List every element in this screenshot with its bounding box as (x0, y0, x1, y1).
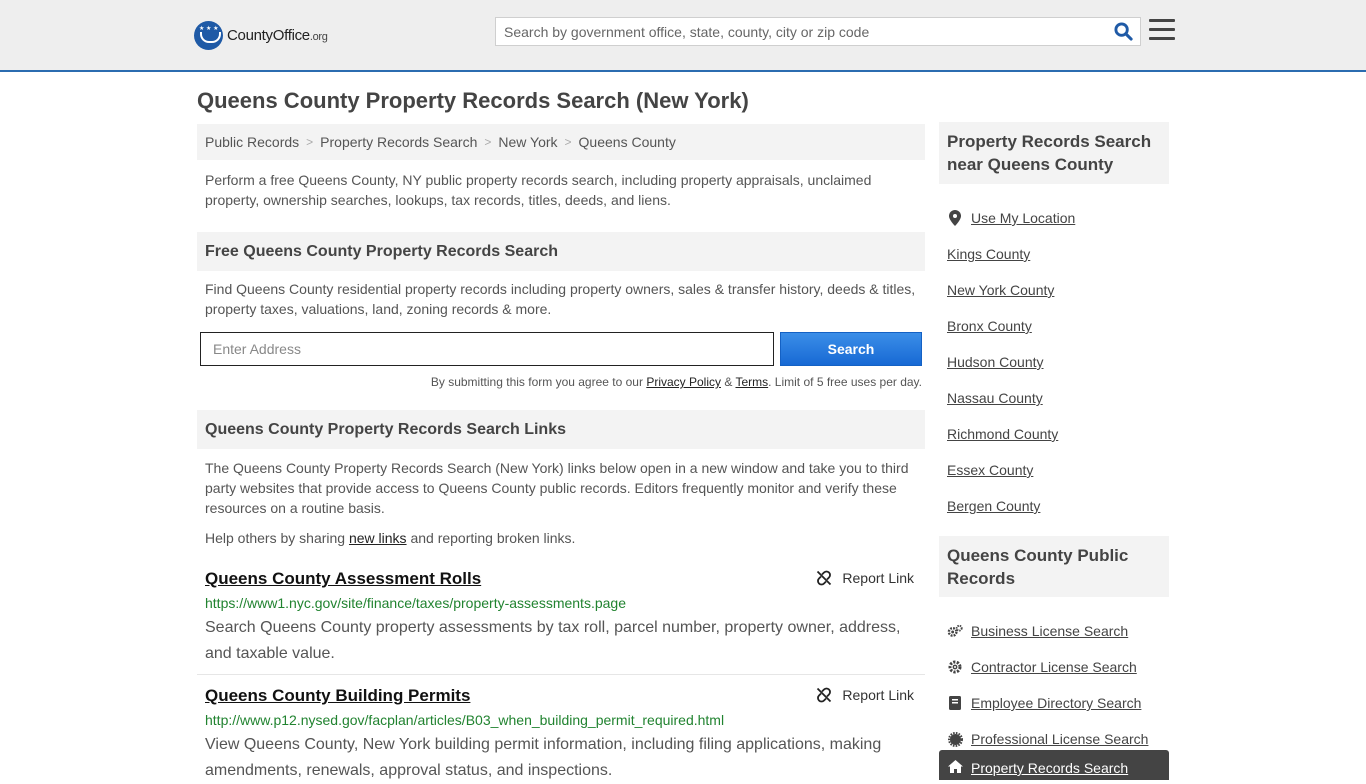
address-input[interactable] (200, 332, 774, 366)
logo-text: CountyOffice.org (227, 27, 328, 44)
resource-link-description: View Queens County, New York building pe… (205, 736, 882, 779)
resource-link-title[interactable]: Queens County Assessment Rolls (205, 569, 481, 589)
nearby-county-link[interactable]: Richmond County (947, 426, 1058, 442)
professional-license-link[interactable]: Professional License Search (971, 731, 1148, 747)
breadcrumb-separator: > (484, 135, 492, 149)
map-marker-icon (947, 210, 963, 226)
sidebar-item-property-records-active[interactable]: Property Records Search (939, 750, 1169, 780)
new-links-link[interactable]: new links (349, 530, 407, 546)
list-item: Nassau County (947, 380, 1075, 416)
logo-icon (194, 20, 223, 50)
resource-link-description: Search Queens County property assessment… (205, 619, 901, 662)
nearby-county-link[interactable]: Kings County (947, 246, 1030, 262)
site-header: CountyOffice.org (0, 0, 1366, 72)
nearby-list: Use My Location Kings County New York Co… (947, 200, 1075, 524)
resource-link-item: Queens County Building Permits Report Li… (205, 685, 920, 784)
list-item: Essex County (947, 452, 1075, 488)
report-link-button[interactable]: Report Link (816, 570, 914, 586)
search-section-heading: Free Queens County Property Records Sear… (197, 232, 925, 271)
report-link-label: Report Link (842, 570, 914, 586)
privacy-policy-link[interactable]: Privacy Policy (646, 375, 721, 389)
list-item: Business License Search (947, 613, 1148, 649)
link-divider (197, 674, 925, 675)
nearby-county-link[interactable]: Hudson County (947, 354, 1044, 370)
page-title: Queens County Property Records Search (N… (197, 88, 749, 113)
breadcrumb-separator: > (306, 135, 314, 149)
home-icon (947, 760, 963, 773)
list-item: New York County (947, 272, 1075, 308)
breadcrumb-property-records[interactable]: Property Records Search (320, 134, 477, 150)
list-item: Bronx County (947, 308, 1075, 344)
contractor-license-link[interactable]: Contractor License Search (971, 659, 1137, 675)
help-text-post: and reporting broken links. (406, 530, 576, 546)
business-license-link[interactable]: Business License Search (971, 623, 1128, 639)
disclaimer-limit-text: . Limit of 5 free uses per day. (768, 375, 922, 389)
report-link-label: Report Link (842, 687, 914, 703)
sidebar-item-label: Property Records Search (971, 760, 1129, 776)
breadcrumb: Public Records > Property Records Search… (197, 124, 925, 160)
disclaimer-amp: & (721, 375, 736, 389)
book-icon (947, 696, 963, 710)
list-item: Contractor License Search (947, 649, 1148, 685)
list-item: Kings County (947, 236, 1075, 272)
links-section-description: The Queens County Property Records Searc… (205, 460, 909, 516)
nearby-county-link[interactable]: New York County (947, 282, 1054, 298)
breadcrumb-public-records[interactable]: Public Records (205, 134, 299, 150)
nearby-county-link[interactable]: Bronx County (947, 318, 1032, 334)
gears-icon (947, 624, 963, 638)
nearby-county-link[interactable]: Nassau County (947, 390, 1043, 406)
hamburger-menu-icon[interactable] (1149, 19, 1175, 43)
list-item: Richmond County (947, 416, 1075, 452)
help-text: Help others by sharing new links and rep… (205, 528, 920, 548)
breadcrumb-new-york[interactable]: New York (498, 134, 557, 150)
broken-link-icon (817, 687, 832, 703)
gear-icon (947, 660, 963, 674)
list-item: Hudson County (947, 344, 1075, 380)
resource-link-url: http://www.p12.nysed.gov/facplan/article… (205, 712, 725, 728)
list-item: Bergen County (947, 488, 1075, 524)
help-text-pre: Help others by sharing (205, 530, 349, 546)
resource-link-title[interactable]: Queens County Building Permits (205, 686, 470, 706)
site-search-button[interactable] (1106, 18, 1140, 45)
site-search (495, 17, 1141, 46)
breadcrumb-separator: > (564, 135, 572, 149)
search-section-description: Find Queens County residential property … (205, 281, 916, 317)
logo-text-office: Office (272, 26, 310, 44)
site-search-input[interactable] (496, 18, 1106, 45)
employee-directory-link[interactable]: Employee Directory Search (971, 695, 1141, 711)
nearby-heading: Property Records Search near Queens Coun… (939, 122, 1169, 184)
resource-link-item: Queens County Assessment Rolls Report Li… (205, 568, 920, 667)
list-item: Employee Directory Search (947, 685, 1148, 721)
logo-text-tld: .org (309, 30, 328, 43)
logo-text-county: County (227, 26, 273, 44)
site-logo[interactable]: CountyOffice.org (194, 20, 328, 50)
nearby-county-link[interactable]: Essex County (947, 462, 1033, 478)
report-link-button[interactable]: Report Link (816, 687, 914, 703)
form-disclaimer: By submitting this form you agree to our… (205, 375, 922, 389)
nearby-county-link[interactable]: Bergen County (947, 498, 1040, 514)
breadcrumb-queens-county[interactable]: Queens County (579, 134, 676, 150)
disclaimer-text: By submitting this form you agree to our (430, 375, 647, 389)
public-records-heading: Queens County Public Records (939, 536, 1169, 597)
intro-text: Perform a free Queens County, NY public … (205, 172, 872, 208)
use-location-item: Use My Location (947, 200, 1075, 236)
search-icon (1113, 22, 1133, 41)
terms-link[interactable]: Terms (735, 375, 768, 389)
public-records-list: Business License Search Contractor Licen… (947, 613, 1148, 757)
certificate-icon (947, 731, 963, 747)
links-section-heading: Queens County Property Records Search Li… (197, 410, 925, 449)
use-my-location-link[interactable]: Use My Location (971, 210, 1075, 226)
broken-link-icon (817, 570, 832, 586)
resource-link-url: https://www1.nyc.gov/site/finance/taxes/… (205, 595, 626, 611)
search-button[interactable]: Search (780, 332, 922, 366)
